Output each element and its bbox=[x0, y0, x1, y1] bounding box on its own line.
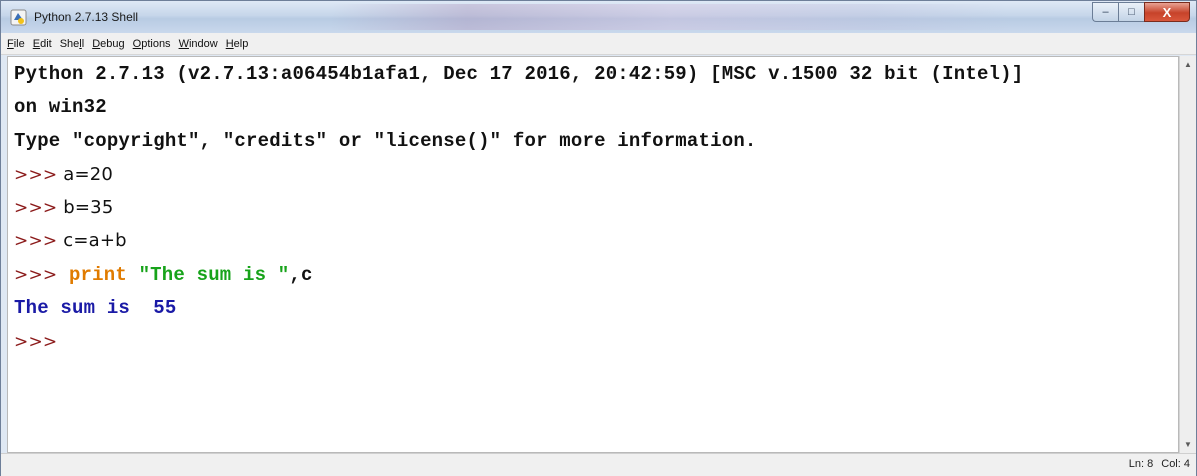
menu-debug[interactable]: Debug bbox=[92, 38, 124, 50]
banner-line-platform: on win32 bbox=[14, 96, 107, 118]
banner-line-info: Type "copyright", "credits" or "license(… bbox=[14, 130, 757, 152]
title-bar[interactable]: Python 2.7.13 Shell – □ X bbox=[1, 1, 1196, 33]
print-keyword: print bbox=[68, 264, 127, 286]
shell-line-4: >>> print "The sum is ",c bbox=[14, 264, 313, 286]
shell-line-3: >>> c=a+b bbox=[14, 230, 127, 252]
scroll-up-arrow-icon[interactable]: ▲ bbox=[1180, 56, 1196, 73]
idle-shell-window: Python 2.7.13 Shell – □ X File Edit Shel… bbox=[0, 0, 1197, 476]
shell-text-area[interactable]: Python 2.7.13 (v2.7.13:a06454b1afa1, Dec… bbox=[7, 56, 1179, 453]
menu-options[interactable]: Options bbox=[133, 38, 171, 50]
close-button[interactable]: X bbox=[1144, 2, 1190, 22]
cursor-position: Ln: 8 Col: 4 bbox=[1121, 458, 1190, 470]
shell-prompt: >>> bbox=[14, 165, 58, 185]
title-bar-background-decoration bbox=[331, 4, 1011, 30]
command-text: c=a+b bbox=[57, 230, 127, 251]
line-number: Ln: 8 bbox=[1128, 458, 1154, 470]
shell-line-1: >>> a=20 bbox=[14, 164, 113, 186]
menu-shell[interactable]: Shell bbox=[60, 38, 84, 50]
menu-file[interactable]: File bbox=[7, 38, 25, 50]
shell-line-current: >>> bbox=[14, 331, 57, 353]
shell-prompt: >>> bbox=[14, 231, 58, 251]
vertical-scrollbar[interactable]: ▲ ▼ bbox=[1179, 56, 1196, 453]
output-value: 55 bbox=[153, 297, 177, 319]
shell-output-line: The sum is 55 bbox=[14, 297, 176, 319]
window-controls: – □ X bbox=[1092, 2, 1190, 22]
command-text: a=20 bbox=[57, 164, 114, 185]
shell-line-2: >>> b=35 bbox=[14, 197, 113, 219]
shell-prompt: >>> bbox=[14, 198, 58, 218]
menu-help[interactable]: Help bbox=[226, 38, 249, 50]
maximize-button[interactable]: □ bbox=[1118, 2, 1144, 22]
column-number: Col: 4 bbox=[1161, 458, 1190, 470]
status-bar: Ln: 8 Col: 4 bbox=[1, 453, 1196, 476]
string-literal: "The sum is " bbox=[138, 264, 290, 286]
shell-prompt: >>> bbox=[14, 265, 58, 285]
menu-window[interactable]: Window bbox=[179, 38, 218, 50]
scroll-down-arrow-icon[interactable]: ▼ bbox=[1180, 436, 1196, 453]
menu-edit[interactable]: Edit bbox=[33, 38, 52, 50]
command-text: b=35 bbox=[57, 197, 114, 218]
banner-line-version: Python 2.7.13 (v2.7.13:a06454b1afa1, Dec… bbox=[14, 63, 1024, 85]
command-text: ,c bbox=[289, 264, 313, 286]
shell-prompt: >>> bbox=[14, 332, 58, 352]
minimize-button[interactable]: – bbox=[1092, 2, 1118, 22]
window-title: Python 2.7.13 Shell bbox=[34, 10, 139, 24]
output-label: The sum is bbox=[14, 297, 142, 319]
menu-bar: File Edit Shell Debug Options Window Hel… bbox=[1, 33, 1196, 55]
python-app-icon bbox=[10, 9, 27, 26]
